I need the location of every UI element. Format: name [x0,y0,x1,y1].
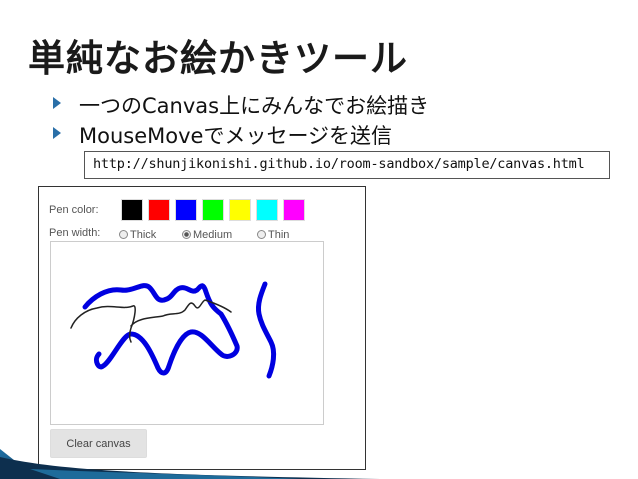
width-option-thick[interactable]: Thick [119,229,156,241]
pen-color-label: Pen color: [49,204,99,216]
slide-decoration [0,449,380,479]
bullet-arrow-icon [53,97,61,109]
color-swatch-magenta[interactable] [283,199,305,221]
color-swatch-cyan[interactable] [256,199,278,221]
bullet-text: MouseMoveでメッセージを送信 [79,124,393,148]
radio-thick[interactable] [119,230,128,239]
drawing-strokes [70,281,277,379]
color-swatch-green[interactable] [202,199,224,221]
black-stroke-1 [70,299,232,343]
slide-title: 単純なお絵かきツール [28,37,408,80]
radio-thin[interactable] [257,230,266,239]
blue-stroke-1 [82,283,240,376]
url-box: http://shunjikonishi.github.io/room-sand… [84,151,610,179]
radio-label: Thick [130,229,157,241]
drawing-canvas[interactable] [50,241,324,425]
radio-label: Medium [193,229,233,241]
color-swatch-black[interactable] [121,199,143,221]
pen-width-label: Pen width: [49,227,101,239]
radio-label: Thin [268,229,290,241]
bullet-arrow-icon [53,127,61,139]
url-link[interactable]: http://shunjikonishi.github.io/room-sand… [93,156,585,172]
bullet-text: 一つのCanvas上にみんなでお絵描き [79,94,430,118]
color-swatch-red[interactable] [148,199,170,221]
width-option-thin[interactable]: Thin [257,229,289,241]
color-swatch-blue[interactable] [175,199,197,221]
width-option-medium[interactable]: Medium [182,229,232,241]
color-swatch-yellow[interactable] [229,199,251,221]
blue-stroke-2 [256,281,277,379]
radio-medium[interactable] [182,230,191,239]
